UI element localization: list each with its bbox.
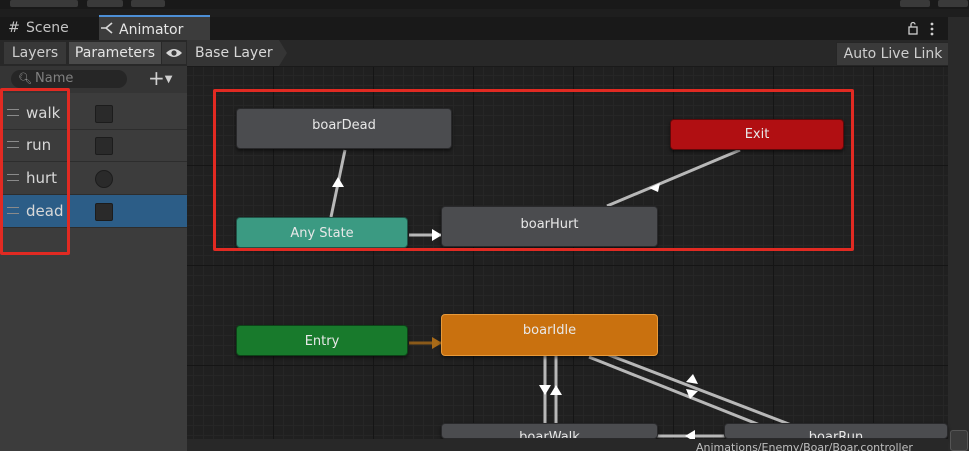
search-placeholder: Name: [35, 71, 74, 86]
resize-handle[interactable]: [950, 430, 968, 451]
search-input[interactable]: 🔍︎ Name: [11, 70, 127, 88]
bool-checkbox[interactable]: [95, 137, 113, 155]
animator-toolbar: Layers Parameters Base Layer Auto Live L…: [0, 40, 950, 67]
grid-icon: #: [8, 20, 20, 36]
state-node-boarwalk[interactable]: boarWalk: [441, 423, 658, 439]
tab-scene[interactable]: # Scene: [6, 17, 92, 40]
auto-live-link-button[interactable]: Auto Live Link: [836, 42, 950, 66]
transition-arrow-icon: [686, 374, 698, 384]
highlight-box-states: [213, 89, 854, 251]
right-dock-strip: [948, 17, 969, 451]
tab-animator[interactable]: Animator: [99, 15, 210, 42]
state-node-boaridle-default[interactable]: boarIdle: [441, 314, 658, 356]
status-bar: Animations/Enemy/Boar/Boar.controller: [187, 439, 948, 451]
breadcrumb[interactable]: Base Layer: [187, 40, 287, 66]
pause-button[interactable]: [938, 0, 968, 7]
entry-node[interactable]: Entry: [236, 325, 408, 356]
tab-animator-label: Animator: [119, 22, 184, 38]
controller-path: Animations/Enemy/Boar/Boar.controller: [696, 441, 913, 451]
plus-icon: +: [148, 66, 165, 90]
search-icon: 🔍︎: [18, 72, 32, 85]
highlight-box-parameters: [0, 88, 70, 255]
play-button[interactable]: [900, 0, 930, 7]
trigger-radio[interactable]: [95, 170, 113, 188]
bool-checkbox[interactable]: [95, 203, 113, 221]
transition-arrow-icon: [550, 385, 562, 395]
state-node-boarrun[interactable]: boarRun: [724, 423, 948, 439]
add-parameter-button[interactable]: +▼: [148, 66, 182, 90]
chevron-down-icon: ▼: [164, 74, 173, 85]
editor-toolbar: [0, 0, 969, 9]
toolbar-button[interactable]: [87, 0, 123, 7]
window-tab-bar: # Scene Animator: [0, 15, 969, 42]
undo-history-button[interactable]: [10, 0, 78, 7]
bool-checkbox[interactable]: [95, 105, 113, 123]
layers-tab-button[interactable]: Layers: [4, 42, 66, 64]
tab-scene-label: Scene: [26, 20, 69, 36]
more-menu-icon[interactable]: [929, 21, 935, 36]
lock-icon[interactable]: [907, 20, 919, 35]
transition-arrow-icon: [539, 385, 551, 395]
parameters-tab-button[interactable]: Parameters: [69, 42, 161, 64]
toolbar-button[interactable]: [131, 0, 165, 7]
transition-boarrun-to-boaridle[interactable]: [595, 348, 808, 433]
eye-icon[interactable]: [162, 42, 186, 64]
